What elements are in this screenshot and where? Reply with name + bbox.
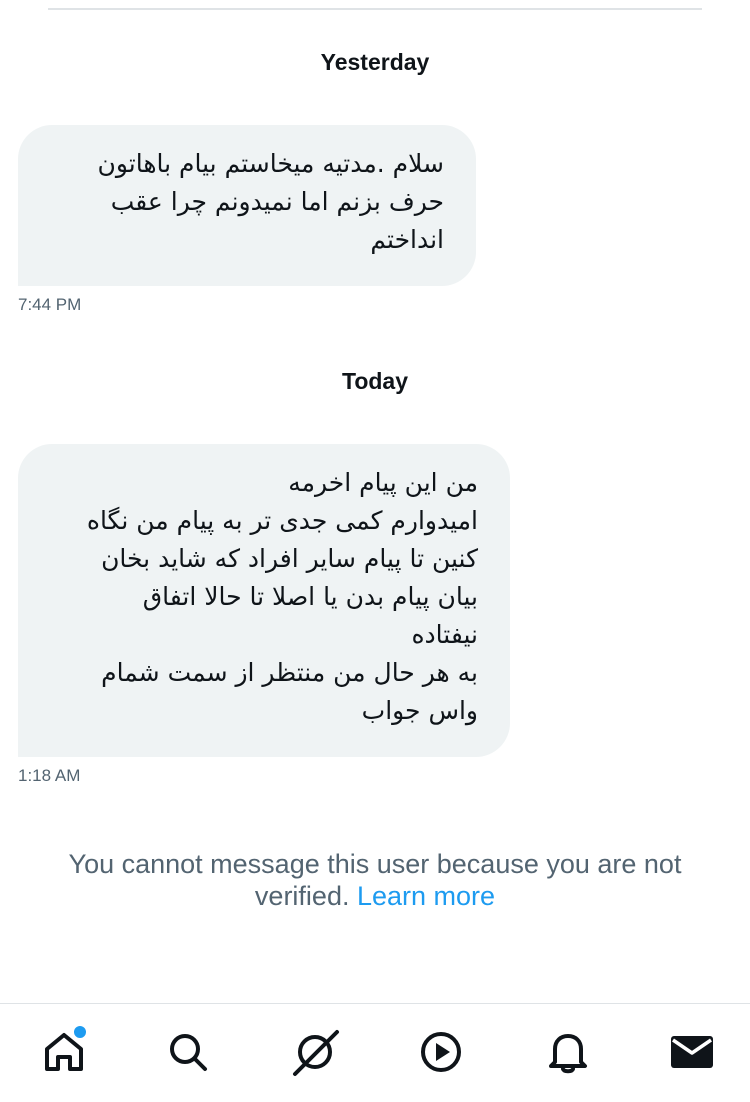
grok-icon — [290, 1027, 340, 1077]
message-bubble[interactable]: من این پیام اخرمه امیدوارم کمی جدی تر به… — [18, 444, 510, 757]
tab-messages[interactable] — [666, 1026, 718, 1078]
message-line: به هر حال من منتظر از سمت شمام — [101, 658, 478, 687]
message-timestamp: 7:44 PM — [18, 295, 82, 314]
message-timestamp: 1:18 AM — [18, 766, 81, 785]
search-icon — [166, 1030, 210, 1074]
date-separator-yesterday: Yesterday — [320, 49, 430, 75]
cannot-message-notice: You cannot message this user because you… — [40, 848, 710, 912]
notifications-icon — [546, 1029, 590, 1075]
tab-video[interactable] — [415, 1026, 467, 1078]
message-line: واس جواب — [361, 696, 478, 725]
message-line: من این پیام اخرمه — [288, 468, 478, 497]
message-line: حرف بزنم اما نمیدونم چرا عقب — [110, 187, 444, 216]
message-line: امیدوارم کمی جدی تر به پیام من نگاه — [86, 506, 478, 535]
top-divider — [48, 8, 702, 10]
tab-grok[interactable] — [289, 1026, 341, 1078]
date-separator-today: Today — [341, 368, 409, 394]
messages-icon — [669, 1032, 715, 1072]
message-line: انداختم — [370, 225, 444, 254]
tab-notifications[interactable] — [542, 1026, 594, 1078]
message-line: نیفتاده — [411, 620, 478, 649]
message-line: کنین تا پیام سایر افراد که شاید بخان — [101, 544, 478, 573]
learn-more-link[interactable]: Learn more — [357, 881, 495, 911]
bottom-tab-bar — [0, 1004, 750, 1102]
message-line: بیان پیام بدن یا اصلا تا حالا اتفاق — [142, 582, 478, 611]
message-line: سلام .مدتیه میخاستم بیام باهاتون — [97, 149, 444, 178]
video-icon — [418, 1029, 464, 1075]
message-bubble[interactable]: سلام .مدتیه میخاستم بیام باهاتون حرف بزن… — [18, 125, 476, 286]
tab-search[interactable] — [162, 1026, 214, 1078]
unread-dot — [72, 1024, 88, 1040]
